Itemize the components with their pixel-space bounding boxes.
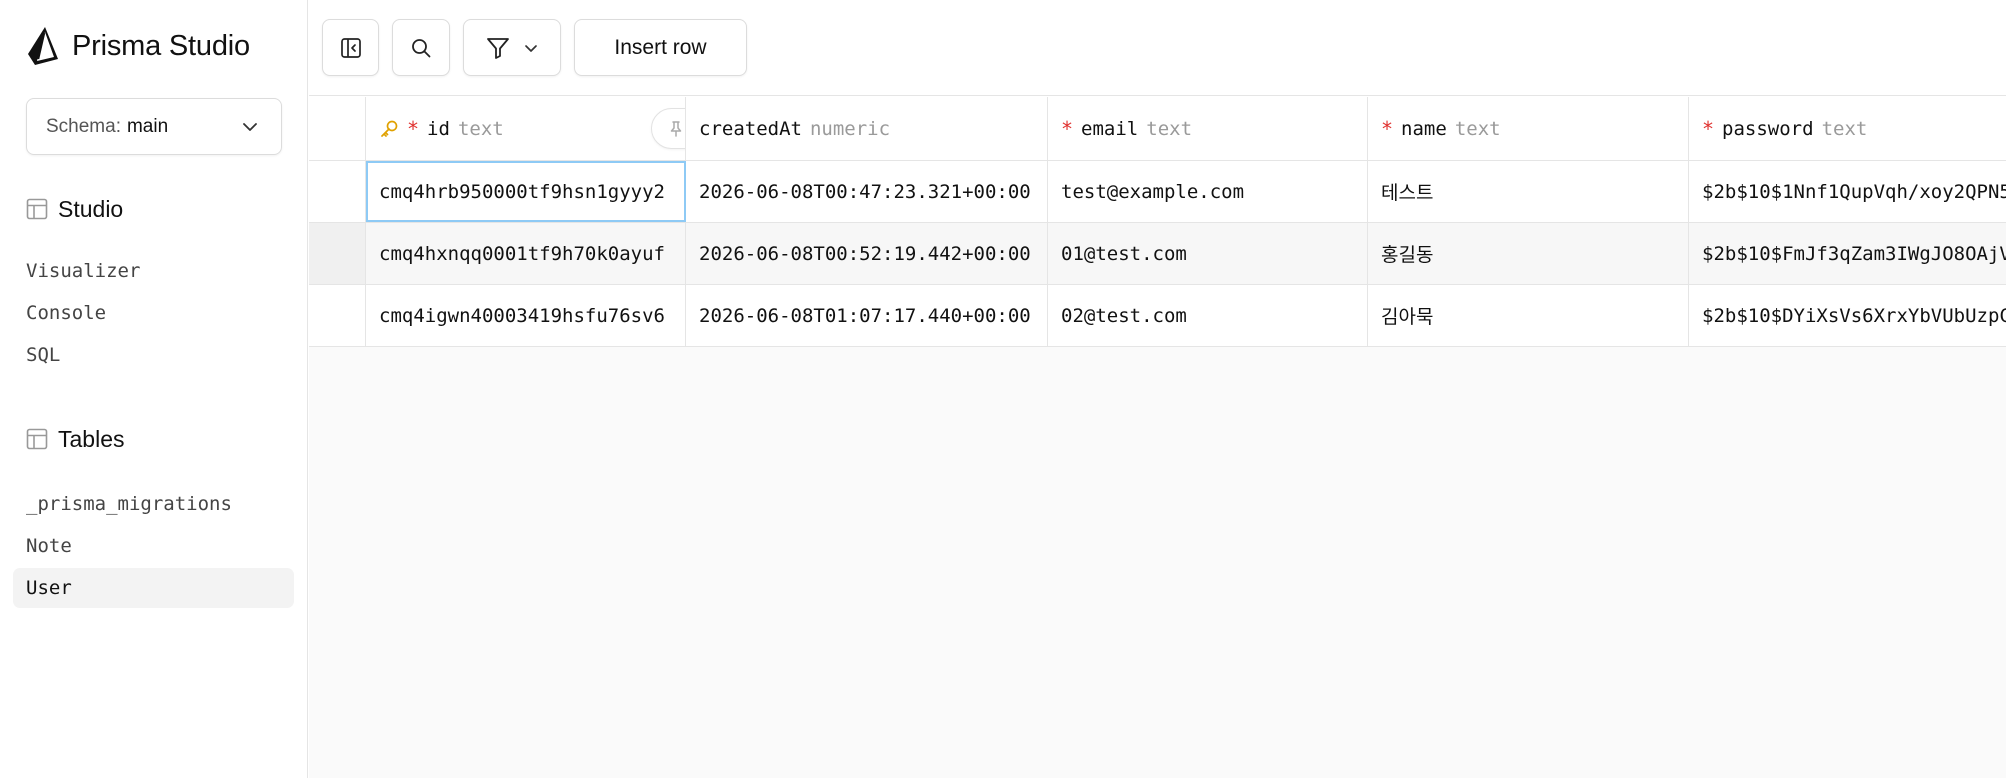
nav-item-sql[interactable]: SQL: [13, 335, 294, 375]
chevron-down-icon: [525, 44, 537, 52]
column-header-id[interactable]: * id text: [366, 97, 686, 161]
tables-section-label: Tables: [58, 425, 125, 452]
cell-createdat[interactable]: 2026-06-08T01:07:17.440+00:00: [686, 285, 1048, 346]
column-header-name[interactable]: * name text: [1368, 97, 1689, 161]
insert-row-button[interactable]: Insert row: [574, 19, 747, 76]
toolbar: Insert row: [309, 0, 2006, 96]
cell-name[interactable]: 김아묵: [1368, 285, 1689, 346]
schema-value: main: [126, 115, 169, 137]
sidebar-item-user[interactable]: User: [13, 568, 294, 608]
cell-name[interactable]: 테스트: [1368, 161, 1689, 222]
cell-email[interactable]: test@example.com: [1048, 161, 1368, 222]
filter-icon: [487, 37, 509, 59]
column-name: name: [1401, 118, 1447, 140]
sidebar-item-note[interactable]: Note: [13, 526, 294, 566]
column-type: text: [1454, 118, 1501, 140]
required-marker: *: [1381, 117, 1394, 141]
required-marker: *: [1702, 117, 1715, 141]
column-name: email: [1081, 118, 1139, 140]
cell-password[interactable]: $2b$10$1Nnf1QupVqh/xoy2QPN5: [1689, 161, 2006, 222]
brand-title: Prisma Studio: [72, 29, 250, 62]
column-name: password: [1722, 118, 1814, 140]
column-header-email[interactable]: * email text: [1048, 97, 1368, 161]
schema-label: Schema:: [46, 115, 121, 137]
column-header-createdat[interactable]: createdAt numeric: [686, 97, 1048, 161]
data-grid: * id text createdAt numeric * email text…: [309, 97, 2006, 778]
row-select-cell[interactable]: [309, 285, 366, 346]
sidebar-item-prisma-migrations[interactable]: _prisma_migrations: [13, 484, 294, 524]
row-select-cell[interactable]: [309, 161, 366, 222]
pin-icon: [670, 120, 682, 137]
studio-section-header: Studio: [26, 194, 123, 224]
column-type: text: [457, 118, 504, 140]
filter-button[interactable]: [463, 19, 561, 76]
prisma-logo-icon: [28, 27, 58, 65]
panel-left-icon: [340, 37, 361, 58]
key-icon: [381, 120, 398, 137]
required-marker: *: [1061, 117, 1074, 141]
table-row: cmq4hxnqq0001tf9h70k0ayuf 2026-06-08T00:…: [309, 223, 2006, 285]
sidebar: Prisma Studio Schema: main Studio Visual…: [0, 0, 308, 778]
schema-select[interactable]: Schema: main: [26, 98, 282, 155]
tables-section-header: Tables: [26, 424, 124, 454]
cell-id[interactable]: cmq4hxnqq0001tf9h70k0ayuf: [366, 223, 686, 284]
toggle-sidebar-button[interactable]: [322, 19, 379, 76]
table-icon: [26, 198, 48, 220]
cell-createdat[interactable]: 2026-06-08T00:47:23.321+00:00: [686, 161, 1048, 222]
grid-header: * id text createdAt numeric * email text…: [309, 97, 2006, 161]
column-type: numeric: [809, 118, 891, 140]
cell-id[interactable]: cmq4hrb950000tf9hsn1gyyy2: [366, 161, 686, 222]
cell-email[interactable]: 02@test.com: [1048, 285, 1368, 346]
cell-email[interactable]: 01@test.com: [1048, 223, 1368, 284]
required-marker: *: [407, 117, 420, 141]
search-button[interactable]: [392, 19, 450, 76]
studio-section-label: Studio: [58, 195, 124, 222]
column-type: text: [1821, 118, 1868, 140]
brand: Prisma Studio: [26, 24, 250, 68]
table-icon: [26, 428, 48, 450]
column-header-password[interactable]: * password text: [1689, 97, 2006, 161]
cell-createdat[interactable]: 2026-06-08T00:52:19.442+00:00: [686, 223, 1048, 284]
row-number-header: [309, 97, 366, 161]
search-icon: [412, 38, 431, 57]
column-actions: [651, 108, 685, 149]
column-name: createdAt: [699, 118, 802, 140]
cell-id[interactable]: cmq4igwn40003419hsfu76sv6: [366, 285, 686, 346]
nav-item-console[interactable]: Console: [13, 293, 294, 333]
row-select-cell[interactable]: [309, 223, 366, 284]
cell-name[interactable]: 홍길동: [1368, 223, 1689, 284]
column-name: id: [427, 118, 450, 140]
column-type: text: [1146, 118, 1193, 140]
cell-password[interactable]: $2b$10$FmJf3qZam3IWgJO8OAjV: [1689, 223, 2006, 284]
pin-column-button[interactable]: [664, 117, 685, 141]
nav-item-visualizer[interactable]: Visualizer: [13, 251, 294, 291]
table-row: cmq4hrb950000tf9hsn1gyyy2 2026-06-08T00:…: [309, 161, 2006, 223]
chevron-down-icon: [243, 123, 257, 131]
table-row: cmq4igwn40003419hsfu76sv6 2026-06-08T01:…: [309, 285, 2006, 347]
cell-password[interactable]: $2b$10$DYiXsVs6XrxYbVUbUzpC: [1689, 285, 2006, 346]
